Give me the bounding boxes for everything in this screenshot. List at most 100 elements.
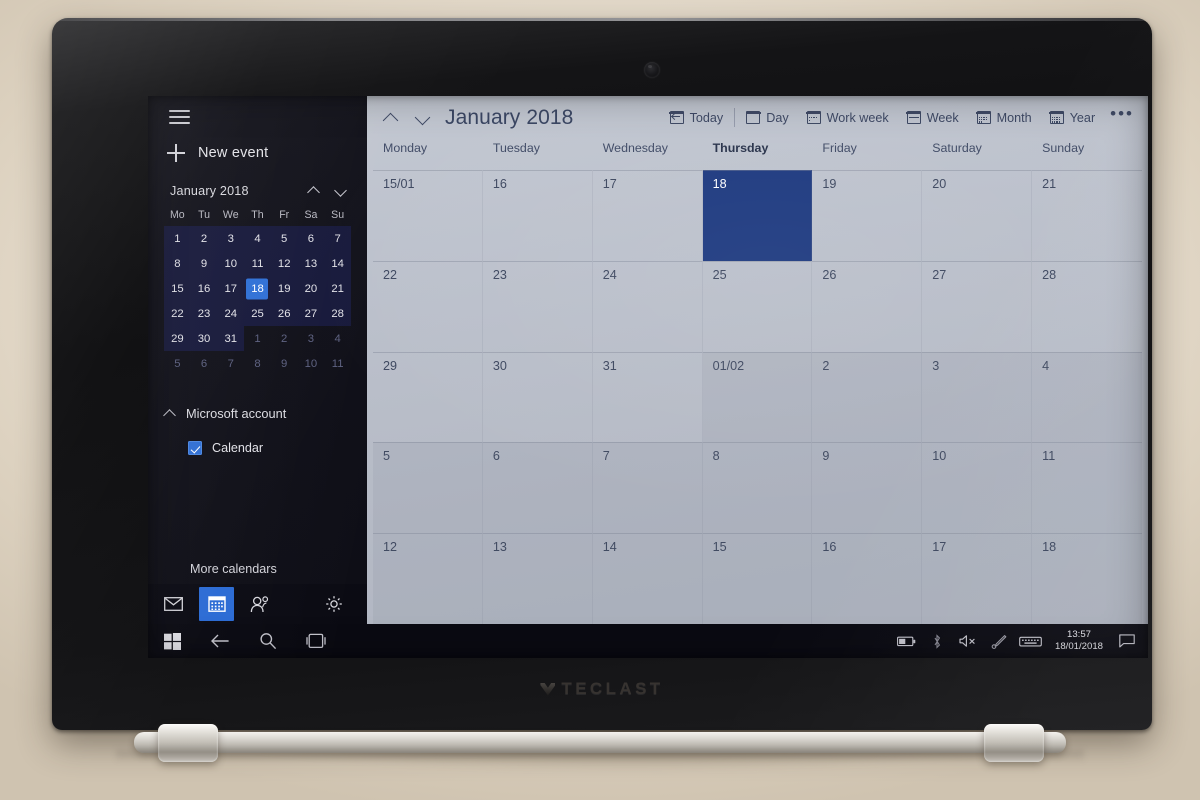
calendar-day-cell[interactable]: 11 [1032,442,1142,534]
back-arrow-icon[interactable] [196,624,244,658]
battery-icon[interactable] [891,624,922,658]
task-view-icon[interactable] [292,624,340,658]
mini-calendar-day[interactable]: 9 [190,251,218,276]
calendar-day-cell[interactable]: 13 [482,533,593,624]
calendar-day-cell[interactable]: 4 [1032,351,1142,443]
calendar-day-cell[interactable]: 10 [922,442,1033,534]
calendar-day-cell[interactable]: 17 [592,170,703,261]
mini-calendar-day[interactable]: 22 [164,301,191,326]
mini-calendar-day[interactable]: 26 [270,301,298,326]
nav-people-icon[interactable] [242,587,277,621]
new-event-button[interactable]: New event [167,144,367,162]
calendar-day-cell[interactable]: 15/01 [373,170,483,261]
month-view-button[interactable]: Month [968,107,1041,129]
mini-calendar-day[interactable]: 4 [324,326,351,351]
mini-calendar-day[interactable]: 13 [297,251,325,276]
calendar-day-cell[interactable]: 19 [812,170,923,261]
mini-prev-month-chevron-up-icon[interactable] [307,185,320,198]
mini-calendar-day[interactable]: 28 [324,301,351,326]
today-button[interactable]: Today [661,107,733,129]
mini-calendar-day[interactable]: 16 [190,276,218,301]
mini-calendar-day[interactable]: 10 [217,251,245,276]
more-calendars-link[interactable]: More calendars [190,562,277,576]
toolbar-overflow-menu-icon[interactable]: ••• [1104,105,1142,127]
mini-calendar-day[interactable]: 1 [244,326,271,351]
calendar-day-cell[interactable]: 31 [592,351,703,443]
nav-mail-icon[interactable] [156,587,191,621]
mini-calendar-day[interactable]: 5 [164,351,191,376]
mini-next-month-chevron-down-icon[interactable] [334,185,347,198]
mini-calendar-day[interactable]: 6 [297,226,325,251]
pen-icon[interactable] [984,624,1015,658]
mini-calendar-day[interactable]: 12 [270,251,298,276]
calendar-day-cell[interactable]: 18 [1032,533,1142,624]
mini-calendar-day[interactable]: 2 [271,326,298,351]
mini-calendar-day[interactable]: 9 [271,351,298,376]
mini-calendar-day[interactable]: 10 [298,351,325,376]
year-view-button[interactable]: Year [1041,107,1104,129]
calendar-day-cell[interactable]: 21 [1032,170,1142,261]
calendar-day-cell[interactable]: 29 [373,351,483,443]
calendar-day-cell[interactable]: 15 [702,533,813,624]
mini-calendar-day[interactable]: 14 [324,251,351,276]
mini-calendar-day[interactable]: 3 [217,226,245,251]
calendar-day-cell[interactable]: 24 [592,260,703,352]
calendar-day-cell[interactable]: 28 [1032,260,1142,352]
keyboard-icon[interactable] [1015,624,1046,658]
calendar-day-cell[interactable]: 23 [482,260,593,352]
calendar-day-cell[interactable]: 9 [812,442,923,534]
calendar-day-cell[interactable]: 6 [482,442,593,534]
mini-calendar-day[interactable]: 5 [270,226,298,251]
day-view-button[interactable]: Day [737,107,797,129]
mini-calendar-day[interactable]: 11 [324,351,351,376]
week-view-button[interactable]: Week [898,107,968,129]
mini-calendar-day[interactable]: 31 [217,326,245,351]
mini-calendar-day[interactable]: 19 [270,276,298,301]
calendar-day-cell[interactable]: 27 [922,260,1033,352]
speaker-mute-icon[interactable] [953,624,984,658]
microsoft-account-section[interactable]: Microsoft account [164,406,367,421]
prev-month-chevron-up-icon[interactable] [377,105,403,131]
mini-calendar-day[interactable]: 7 [324,226,351,251]
calendar-day-cell[interactable]: 16 [482,170,593,261]
mini-calendar-day[interactable]: 1 [164,226,191,251]
mini-calendar-day[interactable]: 27 [297,301,325,326]
calendar-checkbox-row[interactable]: Calendar [188,441,367,455]
mini-calendar-day[interactable]: 20 [297,276,325,301]
mini-calendar-day[interactable]: 2 [190,226,218,251]
calendar-day-cell[interactable]: 30 [482,351,593,443]
mini-calendar-day[interactable]: 7 [217,351,244,376]
calendar-day-cell[interactable]: 2 [812,351,923,443]
mini-calendar-day[interactable]: 21 [324,276,351,301]
action-center-icon[interactable] [1112,624,1142,658]
calendar-day-cell[interactable]: 01/02 [702,351,813,443]
mini-calendar-day[interactable]: 30 [190,326,218,351]
nav-settings-gear-icon[interactable] [316,587,351,621]
calendar-day-cell[interactable]: 26 [812,260,923,352]
calendar-day-cell[interactable]: 25 [702,260,813,352]
mini-calendar-day[interactable]: 15 [164,276,191,301]
calendar-day-cell[interactable]: 3 [922,351,1033,443]
windows-start-icon[interactable] [148,624,196,658]
calendar-day-cell[interactable]: 12 [373,533,483,624]
mini-calendar-day[interactable]: 23 [190,301,218,326]
calendar-checkbox[interactable] [188,441,202,455]
mini-calendar-day[interactable]: 4 [244,226,271,251]
calendar-day-cell[interactable]: 18 [702,170,813,261]
work-week-view-button[interactable]: Work week [798,107,898,129]
mini-calendar-day[interactable]: 3 [298,326,325,351]
hamburger-menu-icon[interactable] [169,110,190,125]
calendar-day-cell[interactable]: 22 [373,260,483,352]
calendar-day-cell[interactable]: 17 [922,533,1033,624]
mini-calendar-day[interactable]: 8 [164,251,191,276]
calendar-day-cell[interactable]: 20 [922,170,1033,261]
search-icon[interactable] [244,624,292,658]
taskbar-clock[interactable]: 13:57 18/01/2018 [1046,629,1112,653]
bluetooth-icon[interactable] [922,624,953,658]
calendar-day-cell[interactable]: 7 [592,442,703,534]
mini-calendar-day[interactable]: 8 [244,351,271,376]
nav-calendar-icon[interactable] [199,587,234,621]
mini-calendar-day[interactable]: 24 [217,301,245,326]
mini-calendar-day[interactable]: 6 [191,351,218,376]
calendar-day-cell[interactable]: 5 [373,442,483,534]
